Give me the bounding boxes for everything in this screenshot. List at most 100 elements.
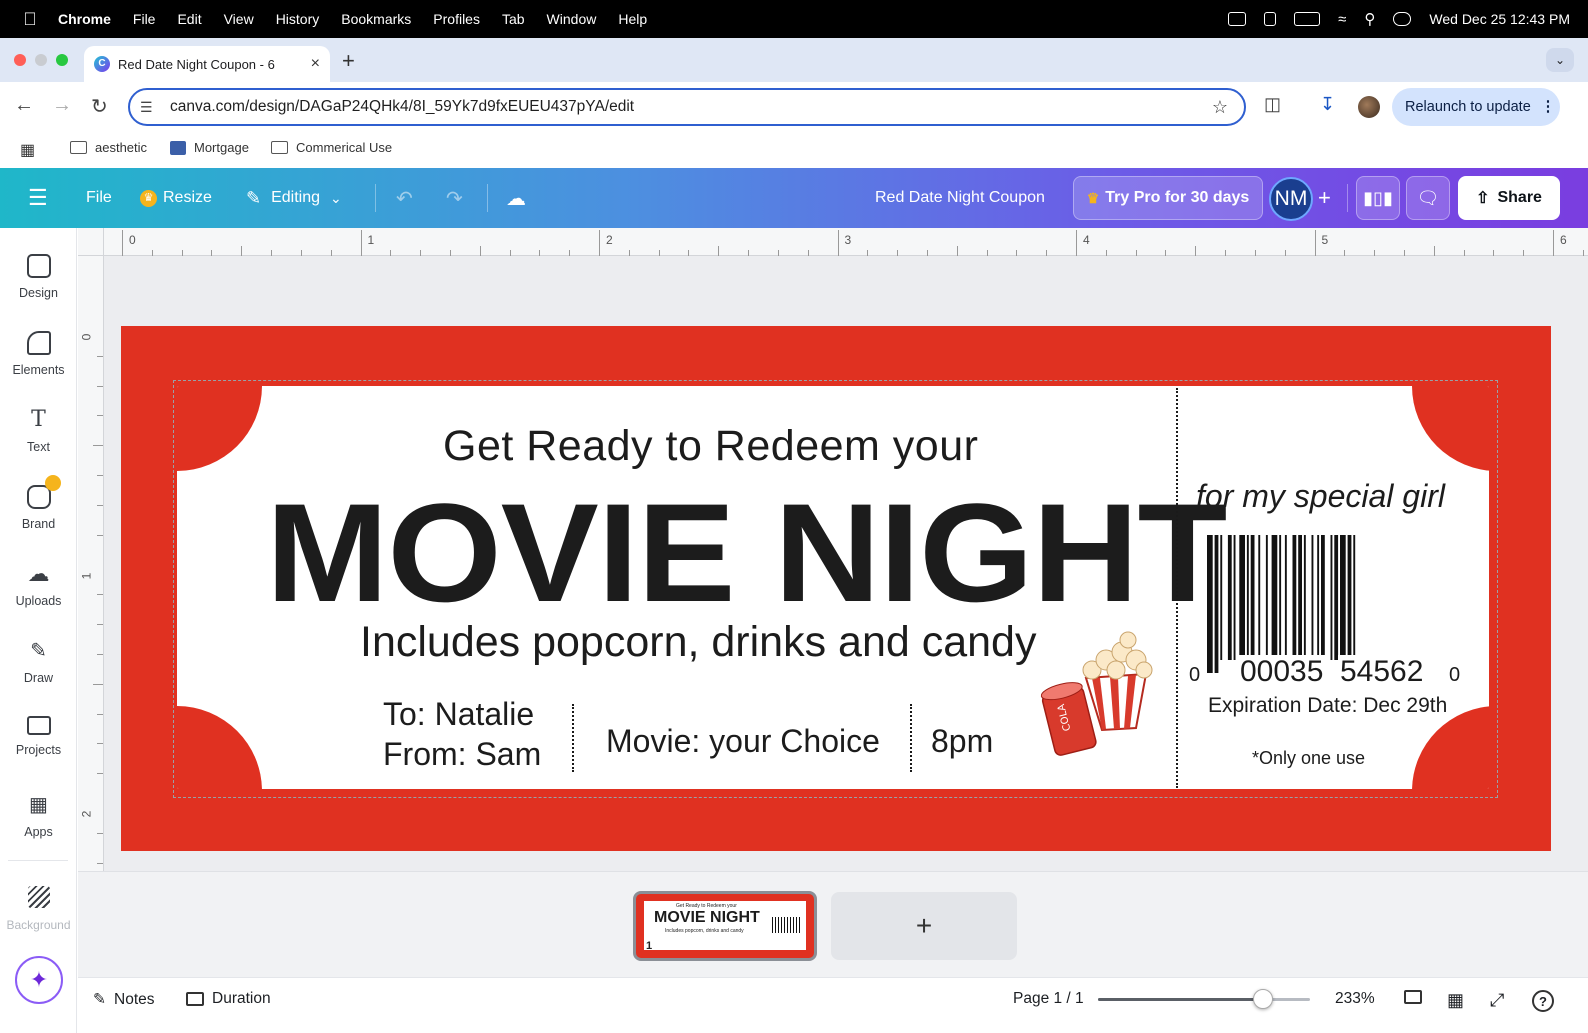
apps-grid-icon[interactable]: ▦ (20, 140, 35, 160)
reload-icon[interactable]: ↻ (91, 94, 108, 119)
user-avatar[interactable]: NM (1269, 177, 1313, 221)
ruler-minor-tick (1344, 250, 1346, 256)
hamburger-menu-icon[interactable]: ☰ (28, 168, 48, 228)
profile-avatar[interactable] (1358, 96, 1380, 118)
contacts-status-icon[interactable] (1264, 12, 1277, 26)
address-url[interactable]: canva.com/design/DAGaP24QHk4/8I_59Yk7d9f… (170, 98, 634, 116)
ruler-minor-tick (1016, 250, 1018, 256)
redo-icon[interactable]: ↷ (446, 168, 463, 228)
file-menu-button[interactable]: File (86, 168, 112, 228)
menu-window[interactable]: Window (547, 11, 597, 27)
magic-assistant-sparkle-icon[interactable]: ✦ (15, 956, 63, 1004)
zoom-level[interactable]: 233% (1335, 990, 1375, 1008)
browser-tab-active[interactable]: C Red Date Night Coupon - 6 × (84, 46, 330, 82)
dedication-text[interactable]: for my special girl (1196, 478, 1445, 515)
share-button[interactable]: ⇧ Share (1458, 176, 1560, 220)
ruler-minor-tick (1135, 250, 1137, 256)
forward-arrow-icon[interactable]: → (52, 94, 72, 117)
sidebar-item-uploads[interactable]: ☁ Uploads (0, 562, 77, 609)
address-bar[interactable]: ☰ canva.com/design/DAGaP24QHk4/8I_59Yk7d… (128, 88, 1246, 126)
duration-button[interactable]: Duration (186, 990, 271, 1008)
ruler-minor-tick (93, 445, 103, 447)
menu-tab[interactable]: Tab (502, 11, 525, 27)
add-page-button[interactable]: + (831, 892, 1017, 960)
outlook-status-icon[interactable] (1228, 12, 1247, 26)
sidebar-item-background[interactable]: Background (0, 886, 77, 932)
sidebar-item-draw[interactable]: ✎ Draw (0, 639, 77, 685)
menu-view[interactable]: View (224, 11, 254, 27)
pencil-icon: ✎ (246, 187, 262, 208)
menu-bookmarks[interactable]: Bookmarks (341, 11, 411, 27)
cloud-saved-icon[interactable]: ☁ (506, 168, 526, 228)
time-text[interactable]: 8pm (931, 723, 993, 760)
try-pro-button[interactable]: ♛ Try Pro for 30 days (1073, 176, 1263, 220)
insights-chart-button[interactable]: ▮▯▮ (1356, 176, 1400, 220)
menubar-clock[interactable]: Wed Dec 25 12:43 PM (1429, 11, 1570, 27)
barcode-graphic[interactable] (1205, 535, 1445, 675)
menu-history[interactable]: History (276, 11, 320, 27)
includes-text[interactable]: Includes popcorn, drinks and candy (360, 618, 1036, 667)
ruler-top-label: 3 (844, 233, 852, 247)
fullscreen-icon[interactable]: ⤢ (1490, 990, 1504, 1011)
sidebar-item-elements[interactable]: Elements (0, 331, 77, 377)
sidebar-item-label: Elements (12, 363, 65, 377)
editing-mode-dropdown[interactable]: ✎ Editing ⌄ (246, 168, 342, 228)
spotlight-search-icon[interactable]: ⚲ (1364, 10, 1375, 28)
resize-button[interactable]: ♛ Resize (140, 168, 212, 228)
ruler-top-label: 5 (1321, 233, 1329, 247)
sidebar-item-projects[interactable]: Projects (0, 716, 77, 757)
sidebar-item-apps[interactable]: ▦ Apps (0, 793, 77, 839)
page-thumbnail-1[interactable]: Get Ready to Redeem your MOVIE NIGHT Inc… (633, 891, 817, 961)
menu-profiles[interactable]: Profiles (433, 11, 480, 27)
tab-close-icon[interactable]: × (311, 55, 320, 73)
battery-icon[interactable] (1294, 12, 1321, 26)
window-minimize-button[interactable] (35, 54, 47, 66)
tab-search-chevron-icon[interactable]: ⌄ (1546, 48, 1574, 72)
to-text[interactable]: To: Natalie (383, 696, 534, 733)
sidebar-item-design[interactable]: Design (0, 254, 77, 300)
download-icon[interactable]: ↧ (1320, 94, 1335, 115)
bookmark-label: aesthetic (95, 140, 148, 155)
comments-button[interactable]: 🗨 (1406, 176, 1450, 220)
ruler-major-tick (837, 230, 839, 256)
bookmark-mortgage[interactable]: Mortgage (170, 140, 249, 155)
new-tab-button[interactable]: + (342, 48, 355, 74)
grid-view-icon[interactable]: ▦ (1447, 990, 1464, 1011)
popcorn-and-soda-illustration[interactable]: COLA (1040, 630, 1156, 760)
pages-view-icon[interactable] (1404, 990, 1422, 1004)
notes-button[interactable]: ✎ Notes (93, 990, 155, 1009)
sidebar-item-brand[interactable]: Brand (0, 475, 77, 531)
bookmark-star-icon[interactable]: ☆ (1212, 97, 1228, 118)
bookmark-commerical-use[interactable]: Commerical Use (271, 140, 392, 155)
add-collaborator-icon[interactable]: + (1318, 168, 1331, 228)
window-zoom-button[interactable] (56, 54, 68, 66)
apple-menu-icon[interactable]:  (20, 9, 40, 30)
window-close-button[interactable] (14, 54, 26, 66)
help-icon[interactable]: ? (1532, 990, 1554, 1012)
wifi-icon[interactable]: ≈ (1338, 11, 1346, 28)
headline-top-text[interactable]: Get Ready to Redeem your (443, 422, 978, 471)
menu-edit[interactable]: Edit (177, 11, 201, 27)
sidebar-item-label: Design (19, 286, 58, 300)
bookmark-aesthetic[interactable]: aesthetic (70, 140, 147, 155)
undo-icon[interactable]: ↶ (396, 168, 413, 228)
back-arrow-icon[interactable]: ← (14, 94, 34, 117)
from-text[interactable]: From: Sam (383, 736, 541, 773)
site-info-icon[interactable]: ☰ (140, 99, 158, 116)
menu-file[interactable]: File (133, 11, 156, 27)
menu-help[interactable]: Help (618, 11, 647, 27)
extensions-puzzle-icon[interactable]: ◫ (1264, 94, 1281, 115)
document-title[interactable]: Red Date Night Coupon (875, 168, 1045, 228)
design-icon (26, 254, 51, 278)
expiration-text[interactable]: Expiration Date: Dec 29th (1208, 694, 1447, 718)
movie-text[interactable]: Movie: your Choice (606, 723, 880, 760)
only-one-use-text[interactable]: *Only one use (1252, 748, 1365, 769)
sidebar-item-text[interactable]: T Text (0, 408, 77, 455)
relaunch-to-update-button[interactable]: Relaunch to update ⋮ (1392, 88, 1560, 126)
ticket-corner-notch (1412, 386, 1489, 471)
page-indicator[interactable]: Page 1 / 1 (1013, 990, 1084, 1008)
headline-main-text[interactable]: MOVIE NIGHT (266, 472, 1227, 634)
menu-app-name[interactable]: Chrome (58, 11, 111, 27)
ticket-corner-notch (1412, 706, 1489, 789)
control-center-icon[interactable] (1393, 12, 1412, 26)
